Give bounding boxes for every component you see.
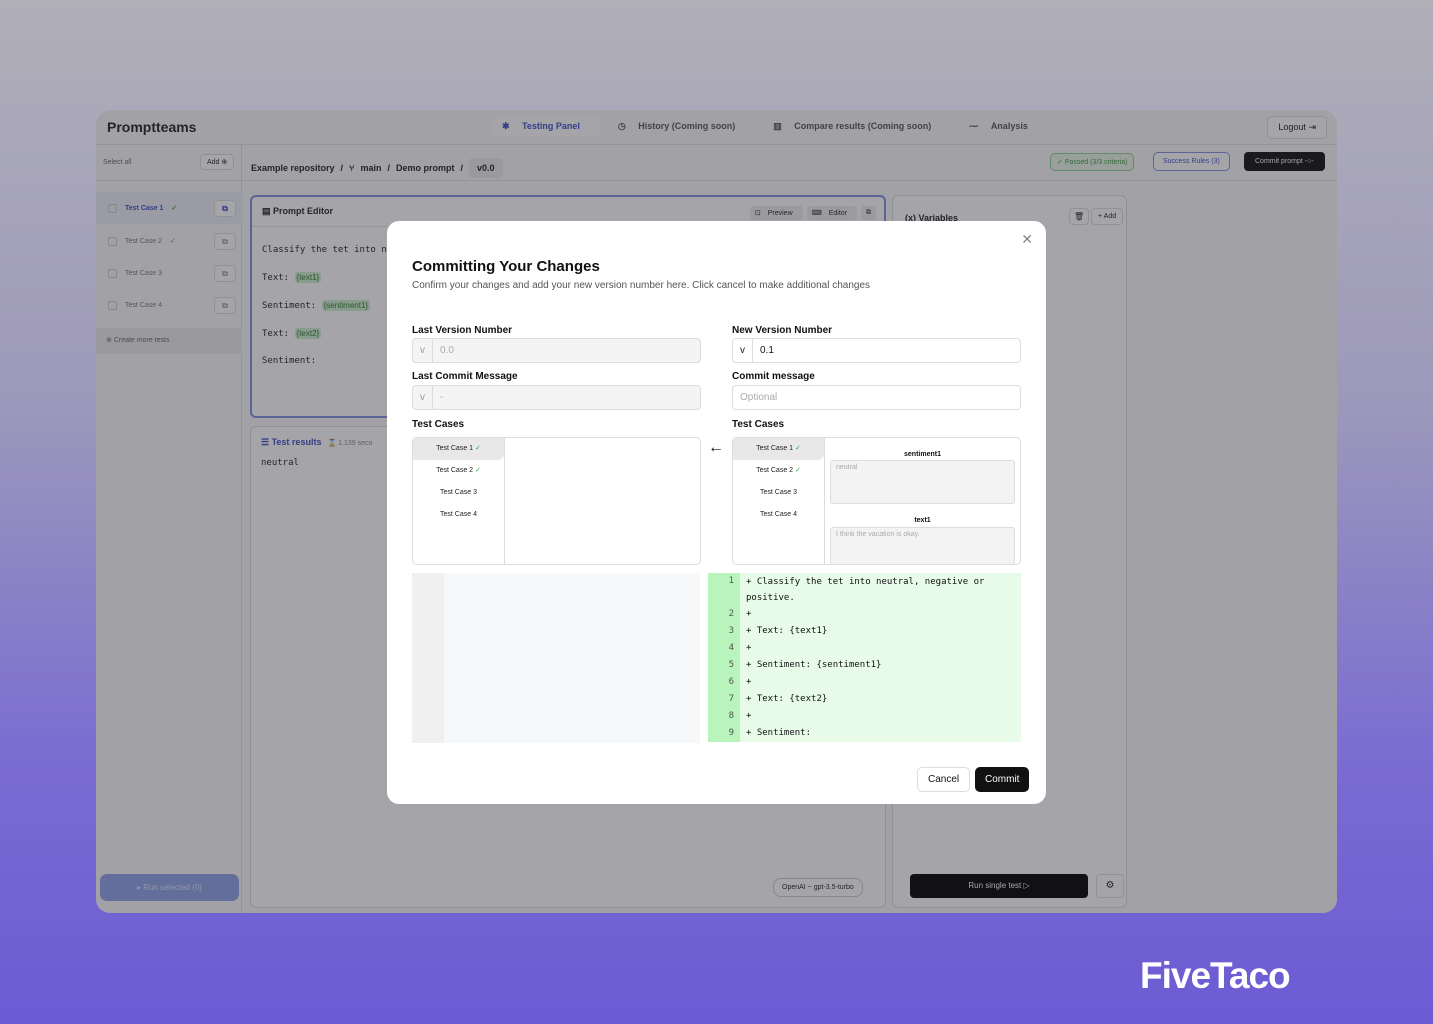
line-number: 8 — [708, 708, 740, 725]
diff-line: 3 + Text: {text1} — [708, 623, 1021, 640]
line-number: 6 — [708, 674, 740, 691]
line-content: + Sentiment: — [740, 725, 1021, 742]
cancel-button[interactable]: Cancel — [917, 767, 971, 792]
commit-message-label: Commit message — [732, 371, 815, 382]
diff-line: 7 + Text: {text2} — [708, 691, 1021, 708]
check-icon: ✓ — [475, 467, 481, 474]
last-version-field: v 0.0 — [412, 338, 701, 363]
test-case-tab[interactable]: Test Case 4 — [733, 504, 824, 526]
check-icon: ✓ — [795, 445, 801, 452]
diff-line: 5 + Sentiment: {sentiment1} — [708, 657, 1021, 674]
arrow-left-icon: ← — [708, 439, 724, 456]
value: - — [440, 392, 444, 403]
test-case-tab[interactable]: Test Case 4 — [413, 504, 504, 526]
value: 0.1 — [760, 345, 774, 356]
prefix: v — [413, 386, 433, 409]
test-case-tab[interactable]: Test Case 3 — [413, 482, 504, 504]
fivetaco-logo: FiveTaco — [1140, 955, 1291, 996]
line-content: + — [740, 708, 1021, 725]
diff-new: 1 + Classify the tet into neutral, negati… — [708, 573, 1021, 743]
line-number: 7 — [708, 691, 740, 708]
variable-value: neutral — [830, 460, 1015, 504]
modal-title: Committing Your Changes — [412, 258, 600, 275]
line-number: 9 — [708, 725, 740, 742]
diff-line: 6 + — [708, 674, 1021, 691]
diff-line: 1 + Classify the tet into neutral, negati… — [708, 573, 1021, 606]
line-number: 3 — [708, 623, 740, 640]
tab-label: Test Case 2 — [436, 467, 474, 474]
line-content: + — [740, 606, 1021, 623]
line-content: + Text: {text2} — [740, 691, 1021, 708]
diff-line: 2 + — [708, 606, 1021, 623]
close-icon[interactable]: ✕ — [1021, 231, 1033, 248]
diff-line: 8 + — [708, 708, 1021, 725]
tab-label: Test Case 1 — [756, 445, 794, 452]
variable-value: I think the vacation is okay. — [830, 527, 1015, 565]
line-content: + Sentiment: {sentiment1} — [740, 657, 1021, 674]
test-case-tab[interactable]: Test Case 1 ✓ — [413, 438, 504, 460]
check-icon: ✓ — [475, 445, 481, 452]
prefix: v — [733, 339, 753, 362]
check-icon: ✓ — [795, 467, 801, 474]
line-number: 2 — [708, 606, 740, 623]
line-content: + — [740, 674, 1021, 691]
old-test-cases: Test Case 1 ✓ Test Case 2 ✓ Test Case 3 … — [412, 437, 701, 565]
test-cases-label: Test Cases — [732, 419, 785, 430]
last-message-label: Last Commit Message — [412, 371, 518, 382]
tab-label: Test Case 2 — [756, 467, 794, 474]
line-content: + — [740, 640, 1021, 657]
diff-old — [412, 573, 700, 743]
diff-line: 9 + Sentiment: — [708, 725, 1021, 742]
last-message-field: v- — [412, 385, 701, 410]
commit-button[interactable]: Commit — [975, 767, 1030, 792]
test-case-tab[interactable]: Test Case 2 ✓ — [413, 460, 504, 482]
prefix: v — [413, 339, 433, 362]
new-version-field[interactable]: v 0.1 — [732, 338, 1021, 363]
variable-name: text1 — [914, 517, 931, 524]
last-version-label: Last Version Number — [412, 325, 513, 336]
test-case-tab[interactable]: Test Case 3 — [733, 482, 824, 504]
variable-name: sentiment1 — [904, 451, 941, 458]
line-content: + Classify the tet into neutral, negativ… — [740, 573, 1021, 606]
test-case-tab[interactable]: Test Case 2 ✓ — [733, 460, 824, 482]
commit-message-field[interactable]: Optional — [732, 385, 1021, 410]
placeholder: Optional — [740, 392, 778, 403]
modal-description: Confirm your changes and add your new ve… — [412, 280, 871, 291]
tab-label: Test Case 1 — [436, 445, 474, 452]
line-number: 1 — [708, 573, 740, 606]
line-number: 4 — [708, 640, 740, 657]
line-content: + Text: {text1} — [740, 623, 1021, 640]
value: 0.0 — [440, 345, 454, 356]
new-version-label: New Version Number — [732, 325, 833, 336]
test-case-tab[interactable]: Test Case 1 ✓ — [733, 438, 824, 460]
line-number: 5 — [708, 657, 740, 674]
diff-line: 4 + — [708, 640, 1021, 657]
commit-modal: ✕ Committing Your Changes Confirm your c… — [387, 221, 1046, 804]
test-cases-label: Test Cases — [412, 419, 465, 430]
